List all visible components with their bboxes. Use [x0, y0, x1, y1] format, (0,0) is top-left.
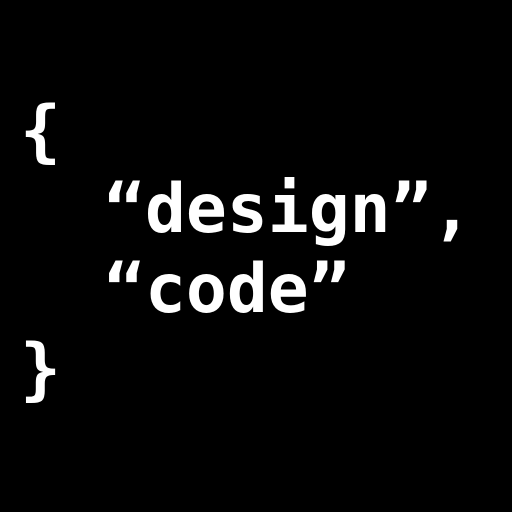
close-brace: }	[20, 330, 61, 409]
design-string: “design”,	[104, 170, 473, 249]
open-brace: {	[20, 92, 61, 171]
code-string: “code”	[104, 250, 350, 329]
json-snippet-graphic: { “design”, “code” }	[0, 0, 512, 512]
